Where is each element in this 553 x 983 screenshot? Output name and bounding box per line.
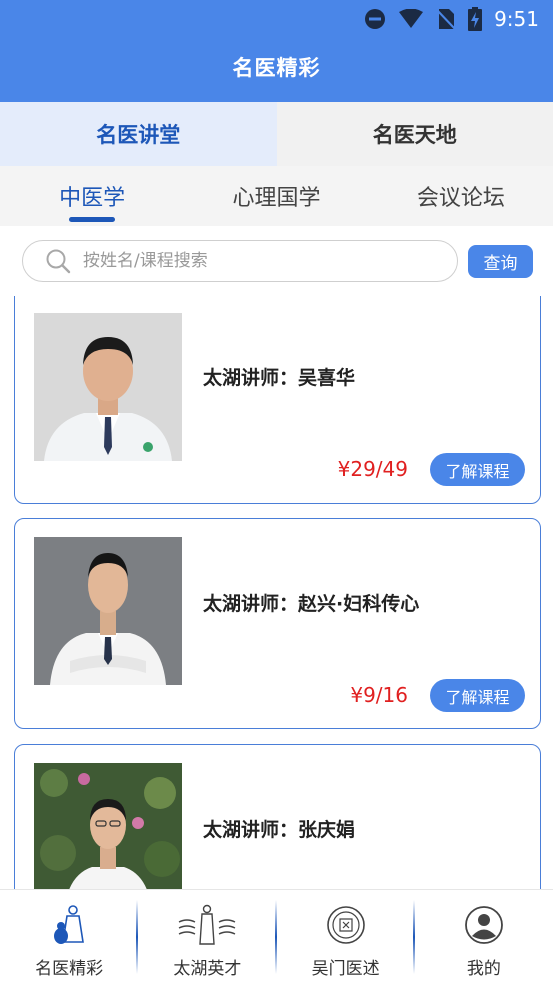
course-card[interactable]: 太湖讲师：张庆娟 <box>14 744 541 889</box>
do-not-disturb-icon <box>364 8 386 30</box>
app-header: 9:51 名医精彩 <box>0 0 553 102</box>
course-card[interactable]: 太湖讲师：吴喜华 ¥29/49 了解课程 <box>14 296 541 504</box>
tab-famous-doctor-lecture[interactable]: 名医讲堂 <box>0 102 277 166</box>
category-tabs: 中医学 心理国学 会议论坛 <box>0 166 553 226</box>
nav-item-profile[interactable]: 我的 <box>415 890 553 983</box>
status-bar: 9:51 <box>364 6 539 32</box>
tab-psychology-label: 心理国学 <box>232 186 321 211</box>
course-price: ¥9/16 <box>350 683 408 707</box>
nav-item-famous-doctors[interactable]: 名医精彩 <box>0 890 139 983</box>
nav-label: 太湖英才 <box>173 959 242 979</box>
lecturer-photo <box>34 537 182 685</box>
page-title: 名医精彩 <box>232 56 321 80</box>
tab-forum-label: 会议论坛 <box>416 186 505 211</box>
learn-course-button[interactable]: 了解课程 <box>430 453 525 486</box>
user-profile-icon <box>464 904 504 946</box>
active-tab-indicator <box>69 217 116 222</box>
lecturer-photo <box>34 313 182 461</box>
bottom-navigation: 名医精彩 太湖英才 吴门医述 我的 <box>0 889 553 983</box>
lake-figure-icon <box>177 904 237 946</box>
search-button[interactable]: 查询 <box>468 245 533 278</box>
doctor-figure-icon <box>49 904 89 946</box>
status-time: 9:51 <box>494 7 539 31</box>
course-price: ¥29/49 <box>337 457 408 481</box>
learn-course-button[interactable]: 了解课程 <box>430 679 525 712</box>
tab-famous-doctor-world[interactable]: 名医天地 <box>276 102 553 166</box>
course-list[interactable]: 太湖讲师：吴喜华 ¥29/49 了解课程 太湖讲师：赵兴·妇科传心 ¥9/16 … <box>0 296 553 889</box>
course-card[interactable]: 太湖讲师：赵兴·妇科传心 ¥9/16 了解课程 <box>14 518 541 729</box>
no-sim-icon <box>436 8 456 30</box>
wifi-icon <box>398 9 424 29</box>
tab-tcm[interactable]: 中医学 <box>0 166 184 226</box>
search-icon <box>45 248 71 274</box>
nav-label: 我的 <box>466 959 501 979</box>
nav-item-wumen-medicine[interactable]: 吴门医述 <box>277 890 415 983</box>
tab-forum[interactable]: 会议论坛 <box>369 166 553 226</box>
nav-item-taihu-talents[interactable]: 太湖英才 <box>138 890 277 983</box>
nav-label: 名医精彩 <box>35 959 104 979</box>
tab-tcm-label: 中医学 <box>59 186 126 211</box>
lecturer-name: 太湖讲师：吴喜华 <box>203 367 356 389</box>
primary-tabs: 名医讲堂 名医天地 <box>0 102 553 166</box>
lecturer-name: 太湖讲师：张庆娟 <box>203 819 356 841</box>
seal-emblem-icon <box>326 904 366 946</box>
lecturer-name: 太湖讲师：赵兴·妇科传心 <box>203 593 420 615</box>
lecturer-photo <box>34 763 182 889</box>
search-bar: 查询 <box>0 226 553 296</box>
nav-label: 吴门医述 <box>311 959 380 979</box>
tab-psychology[interactable]: 心理国学 <box>184 166 368 226</box>
battery-charging-icon <box>468 7 483 31</box>
search-input[interactable] <box>83 251 413 271</box>
search-field[interactable] <box>22 240 458 282</box>
